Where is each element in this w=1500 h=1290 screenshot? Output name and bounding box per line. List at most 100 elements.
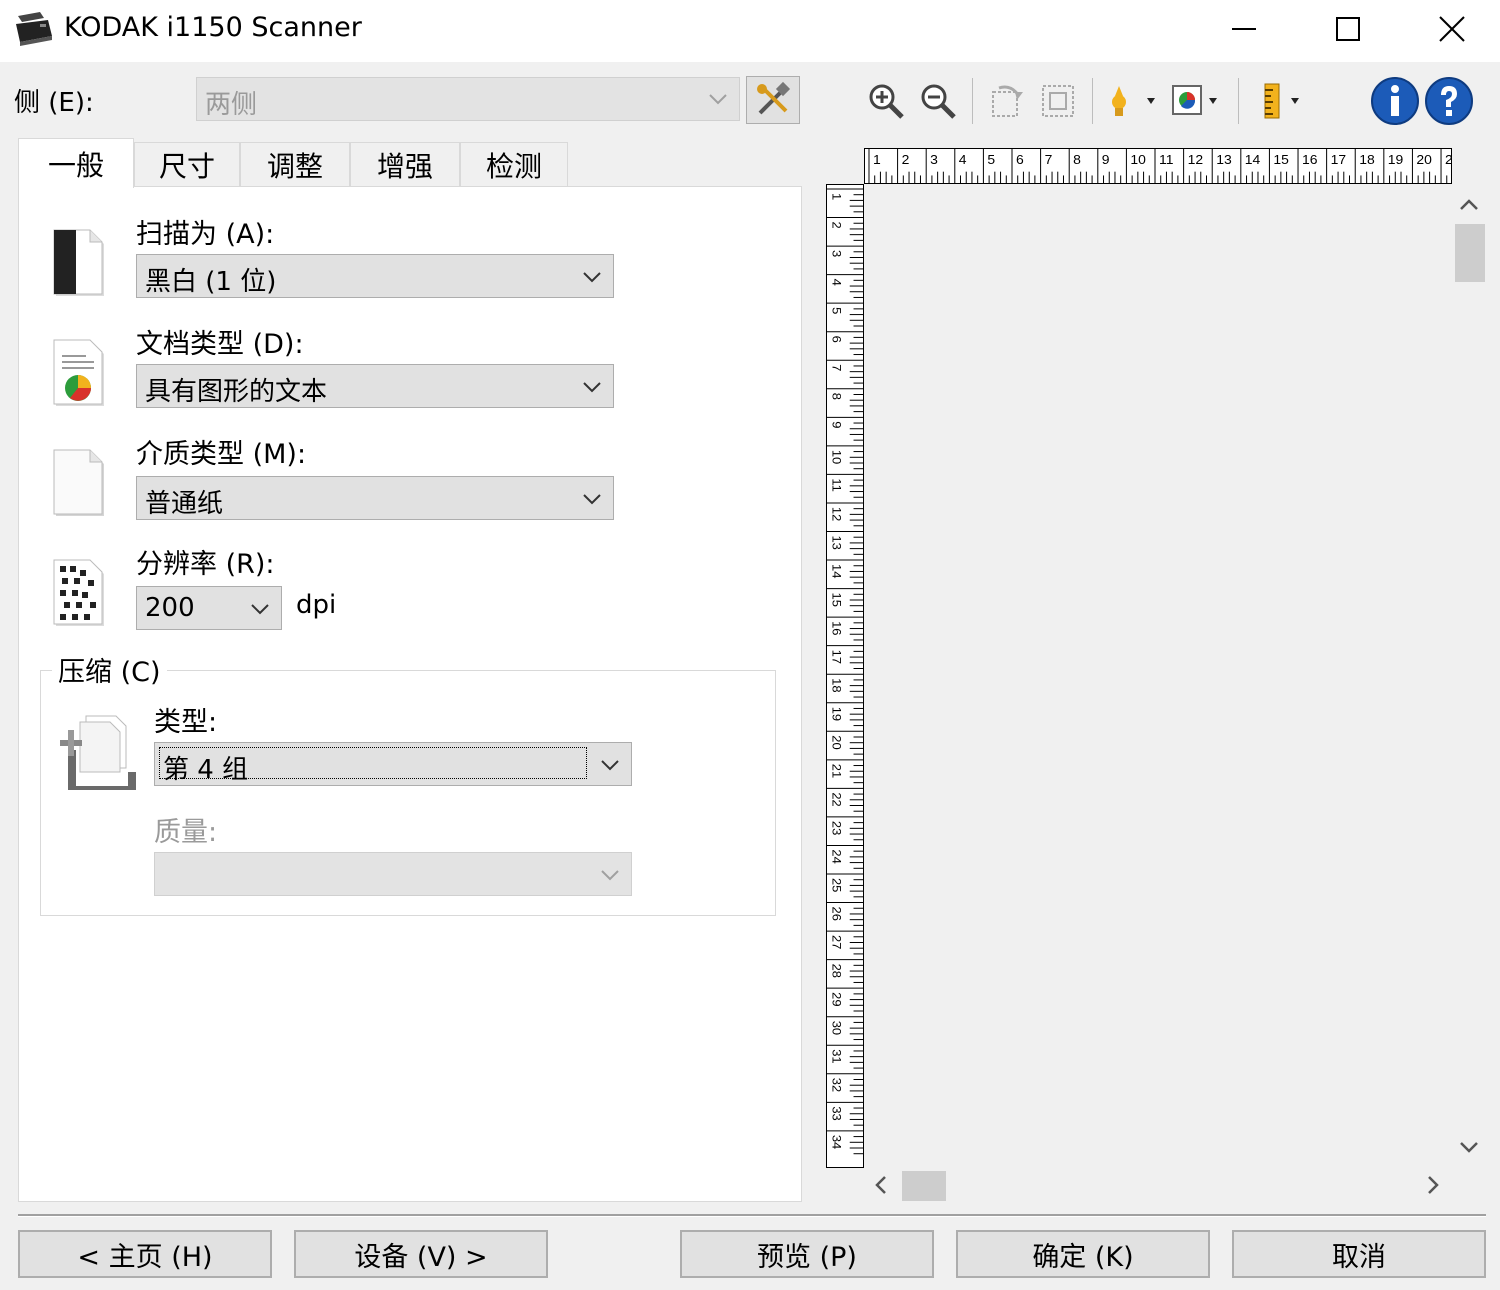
tab-general[interactable]: 一般: [18, 138, 134, 188]
side-select[interactable]: 两侧: [196, 77, 740, 121]
toolbar-separator: [1092, 78, 1093, 124]
ruler-tick-label: 15: [1273, 152, 1289, 167]
compression-quality-label: 质量:: [154, 817, 218, 848]
ruler-tick-label: 32: [830, 1078, 844, 1092]
chevron-left-icon[interactable]: [870, 1174, 892, 1196]
crop-outline-icon: [1042, 85, 1074, 117]
cancel-button[interactable]: 取消: [1232, 1230, 1486, 1278]
ruler-units-button[interactable]: [1250, 76, 1306, 126]
ruler-tick-label: 8: [830, 393, 844, 400]
preview-toolbar: [860, 76, 1326, 128]
ruler-tick-label: 11: [1159, 152, 1173, 167]
ruler-tick-label: 33: [830, 1106, 844, 1120]
ruler-tick-label: 23: [830, 821, 844, 835]
tools-icon: [757, 81, 791, 115]
ruler-tick-label: 27: [830, 935, 844, 949]
ruler-tick-label: 9: [830, 421, 844, 428]
chevron-down-icon: [601, 760, 619, 771]
ruler-tick-label: 25: [830, 878, 844, 892]
scan-as-select[interactable]: 黑白 (1 位): [136, 254, 614, 298]
side-select-value: 两侧: [205, 90, 258, 120]
ruler-tick-label: 12: [1188, 152, 1204, 167]
compression-clamp-icon: [60, 715, 136, 790]
ruler-tick-label: 10: [1130, 152, 1146, 167]
ruler-tick-label: 6: [1016, 152, 1024, 167]
rotate-button[interactable]: [984, 76, 1028, 126]
ruler-tick-label: 14: [1245, 152, 1261, 167]
compression-quality-select[interactable]: [154, 852, 632, 896]
toolbar-separator: [972, 78, 973, 124]
preview-canvas[interactable]: [864, 184, 1452, 1168]
tab-detect[interactable]: 检测: [460, 142, 568, 186]
vertical-scroll-thumb[interactable]: [1455, 224, 1485, 282]
tab-size[interactable]: 尺寸: [134, 142, 240, 186]
ruler-tick-label: 17: [1331, 152, 1347, 167]
horizontal-scroll-thumb[interactable]: [902, 1171, 946, 1201]
compression-type-label: 类型:: [154, 707, 218, 738]
ruler-tick-label: 31: [830, 1049, 844, 1063]
ruler-tick-label: 2: [830, 222, 844, 229]
media-type-value: 普通纸: [145, 489, 224, 519]
ruler-tick-label: 3: [930, 152, 938, 167]
zoom-in-button[interactable]: [864, 76, 908, 126]
ruler-tick-label: 13: [830, 535, 844, 549]
black-white-document-icon: [53, 229, 104, 296]
ruler-tick-label: 19: [830, 707, 844, 721]
document-type-value: 具有图形的文本: [145, 377, 328, 407]
ruler-tick-label: 18: [1359, 152, 1375, 167]
ruler-tick-label: 5: [830, 307, 844, 314]
chevron-up-icon[interactable]: [1458, 194, 1480, 216]
media-type-select[interactable]: 普通纸: [136, 476, 614, 520]
ok-button[interactable]: 确定 (K): [956, 1230, 1210, 1278]
chevron-down-icon: [709, 94, 727, 105]
ruler-tick-label: 14: [830, 564, 844, 578]
crop-outline-button[interactable]: [1036, 76, 1080, 126]
tab-adjust[interactable]: 调整: [240, 142, 350, 186]
ruler-tick-label: 11: [830, 478, 844, 491]
horizontal-scrollbar[interactable]: [864, 1168, 1452, 1202]
ruler-tick-label: 2: [1445, 152, 1452, 167]
scan-as-label: 扫描为 (A):: [136, 219, 275, 250]
ruler-tick-label: 4: [830, 279, 844, 286]
chevron-down-icon[interactable]: [1458, 1136, 1480, 1158]
chevron-right-icon[interactable]: [1422, 1174, 1444, 1196]
ruler-tick-label: 12: [830, 507, 844, 521]
device-button[interactable]: 设备 (V) >: [294, 1230, 548, 1278]
close-button[interactable]: [1402, 0, 1500, 58]
chevron-down-icon: [583, 494, 601, 505]
document-type-select[interactable]: 具有图形的文本: [136, 364, 614, 408]
color-button[interactable]: [1166, 76, 1222, 126]
compression-type-select[interactable]: 第 4 组: [154, 742, 632, 786]
ruler-tick-label: 28: [830, 964, 844, 978]
side-settings-button[interactable]: [746, 76, 800, 124]
maximize-icon: [1336, 17, 1360, 41]
resolution-label: 分辨率 (R):: [136, 549, 275, 580]
ruler-tick-label: 16: [1302, 152, 1318, 167]
ruler-tick-label: 24: [830, 849, 844, 863]
document-type-label: 文档类型 (D):: [136, 329, 304, 360]
compression-type-value: 第 4 组: [163, 755, 249, 785]
info-icon[interactable]: [1370, 76, 1420, 126]
zoom-in-icon: [869, 84, 904, 119]
color-icon: [1172, 85, 1217, 115]
tab-enhance[interactable]: 增强: [350, 142, 460, 186]
preview-button[interactable]: 预览 (P): [680, 1230, 934, 1278]
resolution-select[interactable]: 200: [136, 586, 282, 630]
ruler-tick-label: 2: [902, 152, 910, 167]
bottom-separator: [18, 1214, 1486, 1217]
zoom-out-icon: [921, 84, 956, 119]
help-icon[interactable]: [1424, 76, 1474, 126]
minimize-button[interactable]: [1194, 0, 1294, 58]
plain-paper-icon: [53, 449, 104, 516]
chevron-down-icon: [601, 870, 619, 881]
ruler-tick-label: 26: [830, 907, 844, 921]
close-icon: [1439, 16, 1465, 42]
maximize-button[interactable]: [1298, 0, 1398, 58]
ruler-tick-label: 15: [830, 593, 844, 607]
ruler-tick-label: 8: [1073, 152, 1081, 167]
home-button[interactable]: < 主页 (H): [18, 1230, 272, 1278]
zoom-out-button[interactable]: [916, 76, 960, 126]
auto-adjust-button[interactable]: [1104, 76, 1160, 126]
vertical-scrollbar[interactable]: [1452, 184, 1486, 1168]
document-graphics-icon: [53, 339, 104, 406]
